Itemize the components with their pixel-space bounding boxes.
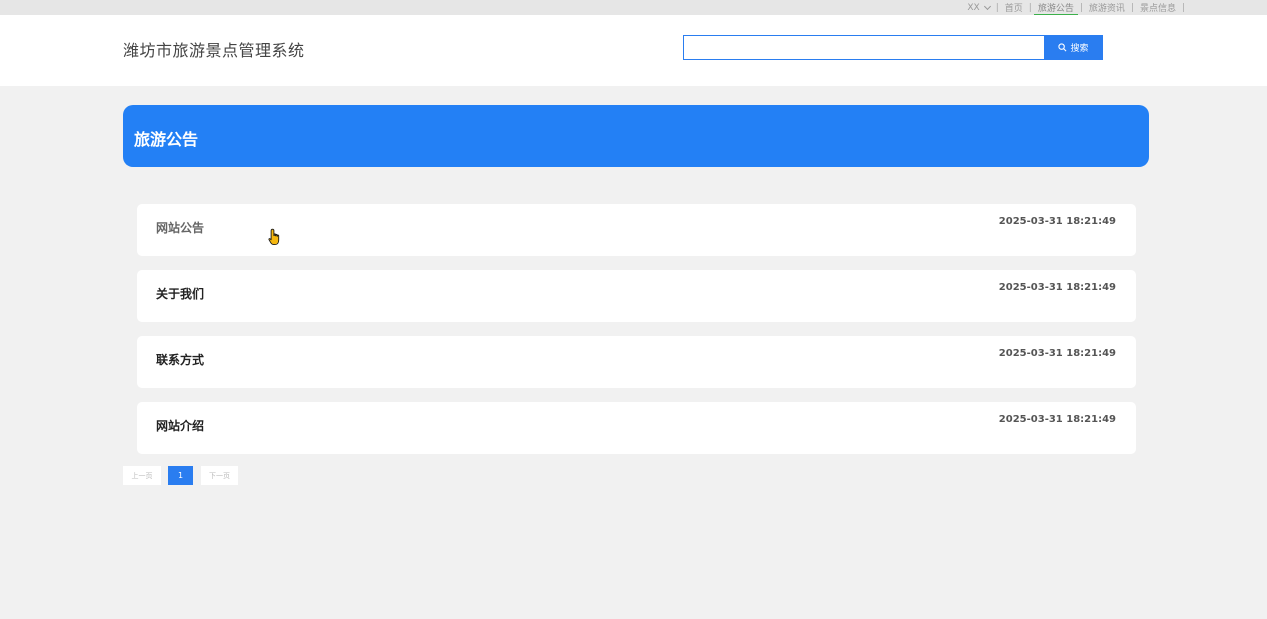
nav-item-scenic-spots[interactable]: 景点信息: [1140, 1, 1176, 14]
notice-title[interactable]: 网站公告: [156, 219, 204, 236]
notice-date: 2025-03-31 18:21:49: [998, 216, 1116, 227]
nav-item-travel-news[interactable]: 旅游资讯: [1089, 1, 1125, 14]
prev-page-button[interactable]: 上一页: [123, 466, 161, 485]
notice-item[interactable]: 网站公告 2025-03-31 18:21:49: [137, 204, 1136, 256]
nav-item-travel-notice[interactable]: 旅游公告: [1033, 1, 1078, 16]
pagination: 上一页 1 下一页: [123, 466, 238, 485]
next-page-button[interactable]: 下一页: [201, 466, 238, 485]
top-nav: XX | 首页 | 旅游公告 | 旅游资讯 | 景点信息 |: [967, 0, 1191, 16]
top-utility-bar: XX | 首页 | 旅游公告 | 旅游资讯 | 景点信息 |: [0, 0, 1267, 16]
notice-title[interactable]: 关于我们: [156, 285, 204, 302]
header: 潍坊市旅游景点管理系统 搜索: [0, 15, 1267, 86]
notice-item[interactable]: 网站介绍 2025-03-31 18:21:49: [137, 402, 1136, 454]
notice-date: 2025-03-31 18:21:49: [998, 414, 1116, 425]
notice-title[interactable]: 联系方式: [156, 351, 204, 368]
nav-item-home[interactable]: 首页: [1005, 1, 1023, 14]
notice-title[interactable]: 网站介绍: [156, 417, 204, 434]
hand-pointer-cursor-icon: [268, 228, 280, 246]
section-title: 旅游公告: [134, 130, 199, 149]
user-name: XX: [967, 2, 980, 13]
notice-item[interactable]: 关于我们 2025-03-31 18:21:49: [137, 270, 1136, 322]
chevron-down-icon: [983, 2, 991, 10]
nav-separator: |: [1181, 2, 1185, 13]
user-menu[interactable]: XX: [967, 2, 991, 13]
nav-separator: |: [1079, 2, 1083, 13]
nav-separator: |: [995, 2, 999, 13]
nav-separator: |: [1130, 2, 1134, 13]
search-icon: [1058, 43, 1067, 52]
nav-separator: |: [1028, 2, 1032, 13]
search-input[interactable]: [683, 35, 1045, 60]
search-button-label: 搜索: [1070, 43, 1089, 53]
notice-date: 2025-03-31 18:21:49: [998, 348, 1116, 359]
section-banner: 旅游公告: [123, 105, 1149, 167]
site-title[interactable]: 潍坊市旅游景点管理系统: [123, 37, 305, 61]
page-number-current[interactable]: 1: [168, 466, 193, 485]
search-button[interactable]: 搜索: [1044, 35, 1103, 60]
notice-date: 2025-03-31 18:21:49: [998, 282, 1116, 293]
notice-item[interactable]: 联系方式 2025-03-31 18:21:49: [137, 336, 1136, 388]
